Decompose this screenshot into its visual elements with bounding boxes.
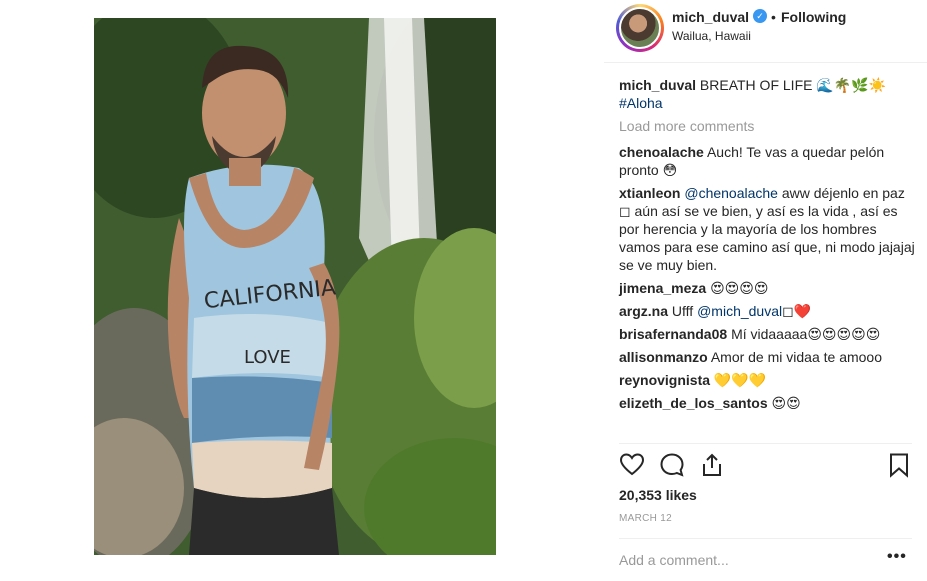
post-photo-area: CALIFORNIA LOVE <box>0 0 600 581</box>
post-header: mich_duval ✓ • Following Wailua, Hawaii <box>604 0 927 60</box>
comment-username[interactable]: allisonmanzo <box>619 349 708 365</box>
bookmark-icon <box>890 453 908 478</box>
comment-text: 💛💛💛 <box>713 372 767 388</box>
comment-username[interactable]: jimena_meza <box>619 280 706 296</box>
comment-username[interactable]: elizeth_de_los_santos <box>619 395 768 411</box>
caption-hashtag[interactable]: #Aloha <box>619 95 663 111</box>
share-button[interactable] <box>699 452 725 478</box>
post-username[interactable]: mich_duval <box>672 9 749 25</box>
comment-username[interactable]: brisafernanda08 <box>619 326 727 342</box>
comment-username[interactable]: chenoalache <box>619 144 704 160</box>
add-comment-divider <box>619 538 912 539</box>
verified-badge-icon: ✓ <box>753 9 767 23</box>
list-item: jimena_meza 😍😍😍😍 <box>619 279 915 297</box>
comment-username[interactable]: xtianleon <box>619 185 680 201</box>
post-date[interactable]: MARCH 12 <box>619 513 672 524</box>
comments-list: mich_duval BREATH OF LIFE 🌊🌴🌿☀️ #Aloha L… <box>619 76 915 417</box>
following-button[interactable]: Following <box>781 9 846 25</box>
svg-text:LOVE: LOVE <box>244 347 291 368</box>
comment-text: Amor de mi vidaa te amooo <box>710 349 883 365</box>
list-item: elizeth_de_los_santos 😍😍 <box>619 394 915 412</box>
list-item: chenoalache Auch! Te vas a quedar pelón … <box>619 143 915 179</box>
heart-icon <box>619 453 645 476</box>
comment-username[interactable]: argz.na <box>619 303 668 319</box>
comment-icon <box>660 453 684 477</box>
post-location[interactable]: Wailua, Hawaii <box>672 29 751 43</box>
list-item: xtianleon @chenoalache aww déjenlo en pa… <box>619 184 915 274</box>
actions-divider <box>619 443 912 444</box>
post-actions <box>619 452 912 482</box>
comment-text: 😍😍 <box>771 395 801 411</box>
save-button[interactable] <box>886 452 912 478</box>
caption-username[interactable]: mich_duval <box>619 77 696 93</box>
comment-text-before: Ufff <box>671 303 694 319</box>
list-item: allisonmanzo Amor de mi vidaa te amooo <box>619 348 915 366</box>
more-options-icon[interactable]: ••• <box>887 548 907 566</box>
avatar[interactable] <box>619 7 661 49</box>
share-icon <box>703 453 721 476</box>
separator-dot: • <box>771 9 776 25</box>
likes-count[interactable]: 20,353 likes <box>619 487 697 503</box>
comment-text: 😍😍😍😍 <box>710 280 769 296</box>
like-button[interactable] <box>619 452 645 478</box>
story-ring[interactable] <box>616 4 664 52</box>
list-item: brisafernanda08 Mí vidaaaaa😍😍😍😍😍 <box>619 325 915 343</box>
comment-username[interactable]: reynovignista <box>619 372 710 388</box>
post-photo[interactable]: CALIFORNIA LOVE <box>94 18 496 555</box>
list-item: reynovignista 💛💛💛 <box>619 371 915 389</box>
comment-button[interactable] <box>659 452 685 478</box>
post-side-panel: mich_duval ✓ • Following Wailua, Hawaii … <box>604 0 927 581</box>
comment-mention[interactable]: @mich_duval <box>697 303 782 319</box>
list-item: argz.na Ufff @mich_duval◻❤️ <box>619 302 915 320</box>
man-in-tank-top-waterfall-photo: CALIFORNIA LOVE <box>94 18 496 555</box>
load-more-comments-button[interactable]: Load more comments <box>619 118 915 134</box>
comment-text: Mí vidaaaaa😍😍😍😍😍 <box>731 326 881 342</box>
caption: mich_duval BREATH OF LIFE 🌊🌴🌿☀️ #Aloha <box>619 76 915 112</box>
add-comment-input[interactable]: Add a comment... <box>619 552 729 568</box>
comment-mention[interactable]: @chenoalache <box>684 185 778 201</box>
header-divider <box>604 62 927 63</box>
caption-text: BREATH OF LIFE 🌊🌴🌿☀️ <box>699 77 887 93</box>
comment-text: ◻❤️ <box>782 303 812 319</box>
